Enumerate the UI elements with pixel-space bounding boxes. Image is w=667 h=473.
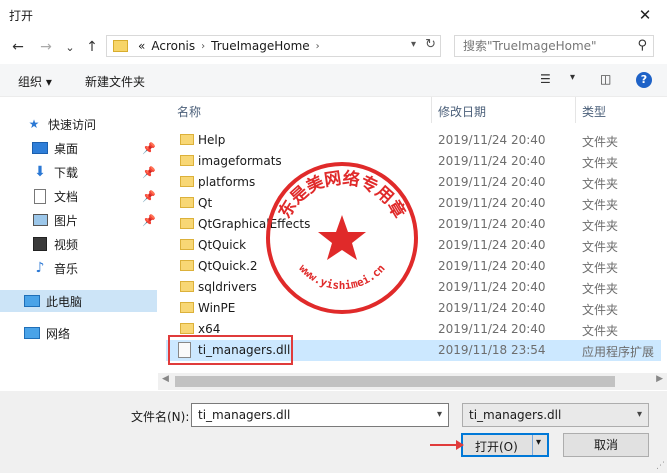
cancel-button[interactable]: 取消 [563, 433, 649, 457]
folder-icon [113, 40, 128, 52]
column-header-date[interactable]: 修改日期 [438, 103, 486, 129]
search-input[interactable]: 搜索"TrueImageHome" ⚲ [454, 35, 654, 57]
pin-icon[interactable]: 📌 [142, 142, 156, 155]
document-icon [32, 188, 48, 204]
sidebar-item-pictures[interactable]: 图片 [32, 209, 78, 231]
chevron-down-icon[interactable]: ▾ [637, 404, 642, 426]
download-icon: ⬇ [34, 164, 46, 180]
highlight-annotation [168, 335, 293, 365]
new-folder-button[interactable]: 新建文件夹 [85, 73, 145, 90]
seal-top-text: 东是美网络专用章 [274, 168, 410, 222]
chevron-right-icon[interactable]: › [201, 41, 205, 52]
resize-grip-icon[interactable]: ⋰ [656, 461, 665, 471]
split-divider [532, 435, 533, 455]
folder-icon [180, 218, 194, 229]
sidebar-item-documents[interactable]: 文档 [32, 185, 78, 207]
column-header-type[interactable]: 类型 [582, 103, 606, 129]
video-icon [32, 237, 48, 251]
folder-icon [180, 323, 194, 334]
sidebar-network[interactable]: 网络 [24, 322, 70, 344]
open-button[interactable]: 打开(O) ▾ [461, 433, 549, 457]
file-row[interactable]: Help 2019/11/24 20:40 文件夹 [166, 130, 661, 151]
sidebar-item-downloads[interactable]: ⬇ 下载 [32, 161, 78, 183]
close-icon[interactable]: ✕ [623, 0, 667, 30]
navigation-pane [0, 97, 157, 391]
star-icon: ★ [28, 117, 40, 131]
network-icon [24, 326, 40, 340]
sidebar-item-music[interactable]: ♪ 音乐 [32, 257, 78, 279]
up-arrow-icon[interactable]: ↑ [82, 38, 102, 56]
folder-icon [180, 197, 194, 208]
pictures-icon [32, 213, 48, 227]
chevron-down-icon[interactable]: ▾ [437, 404, 442, 426]
breadcrumb-trueimagehome[interactable]: TrueImageHome [211, 39, 310, 53]
sidebar-this-pc[interactable]: 此电脑 [24, 290, 82, 312]
view-options-icon[interactable]: ☰ [540, 72, 551, 86]
scroll-left-icon[interactable]: ◀ [162, 374, 169, 384]
back-arrow-icon[interactable]: ← [8, 38, 28, 56]
folder-icon [180, 302, 194, 313]
sidebar-item-videos[interactable]: 视频 [32, 233, 78, 255]
column-header-name[interactable]: 名称 [177, 103, 201, 129]
sidebar-item-desktop[interactable]: 桌面 [32, 137, 78, 159]
folder-icon [180, 239, 194, 250]
window-title: 打开 [9, 9, 34, 23]
filename-input[interactable]: ti_managers.dll ▾ [191, 403, 449, 427]
column-divider[interactable] [575, 97, 576, 123]
seal-star-icon [318, 215, 366, 260]
toolbar: 组织 ▾ 新建文件夹 ☰ ▾ ◫ [0, 64, 667, 97]
help-icon[interactable]: ? [636, 72, 652, 88]
annotation-arrow-icon [430, 440, 464, 450]
folder-icon [180, 155, 194, 166]
chevron-down-icon[interactable]: ▾ [570, 72, 575, 83]
column-divider[interactable] [431, 97, 432, 123]
breadcrumb-acronis[interactable]: Acronis [151, 39, 195, 53]
organize-button[interactable]: 组织 ▾ [18, 73, 52, 90]
music-icon: ♪ [35, 260, 45, 276]
refresh-icon[interactable]: ↻ [425, 37, 436, 52]
preview-pane-icon[interactable]: ◫ [600, 72, 611, 86]
sidebar-quick-access[interactable]: ★ 快速访问 [26, 113, 96, 135]
pin-icon[interactable]: 📌 [142, 166, 156, 179]
chevron-down-icon[interactable]: ▾ [536, 437, 541, 448]
search-placeholder: 搜索"TrueImageHome" [463, 39, 597, 53]
folder-icon [180, 281, 194, 292]
search-icon[interactable]: ⚲ [637, 36, 647, 56]
computer-icon [24, 294, 40, 308]
horizontal-scrollbar[interactable]: ◀ ▶ [158, 373, 667, 390]
seal-bottom-text: www.yishimei.cn [296, 262, 387, 292]
address-overflow[interactable]: « [138, 39, 145, 53]
scrollbar-thumb[interactable] [175, 376, 615, 387]
folder-icon [180, 260, 194, 271]
forward-arrow-icon[interactable]: → [36, 38, 56, 56]
address-bar[interactable]: « Acronis › TrueImageHome › ▾ ↻ [106, 35, 441, 57]
folder-icon [180, 134, 194, 145]
chevron-down-icon[interactable]: ▾ [411, 39, 416, 50]
scroll-right-icon[interactable]: ▶ [656, 374, 663, 384]
title-bar: 打开 ✕ [0, 0, 667, 30]
desktop-icon [32, 141, 48, 155]
pin-icon[interactable]: 📌 [142, 190, 156, 203]
recent-locations-icon[interactable]: ⌄ [60, 38, 80, 56]
folder-icon [180, 176, 194, 187]
chevron-right-icon[interactable]: › [316, 41, 320, 52]
seal-stamp: 东是美网络专用章 www.yishimei.cn [266, 162, 418, 314]
filetype-select[interactable]: ti_managers.dll ▾ [462, 403, 649, 427]
pin-icon[interactable]: 📌 [142, 214, 156, 227]
filename-label: 文件名(N): [131, 410, 190, 424]
